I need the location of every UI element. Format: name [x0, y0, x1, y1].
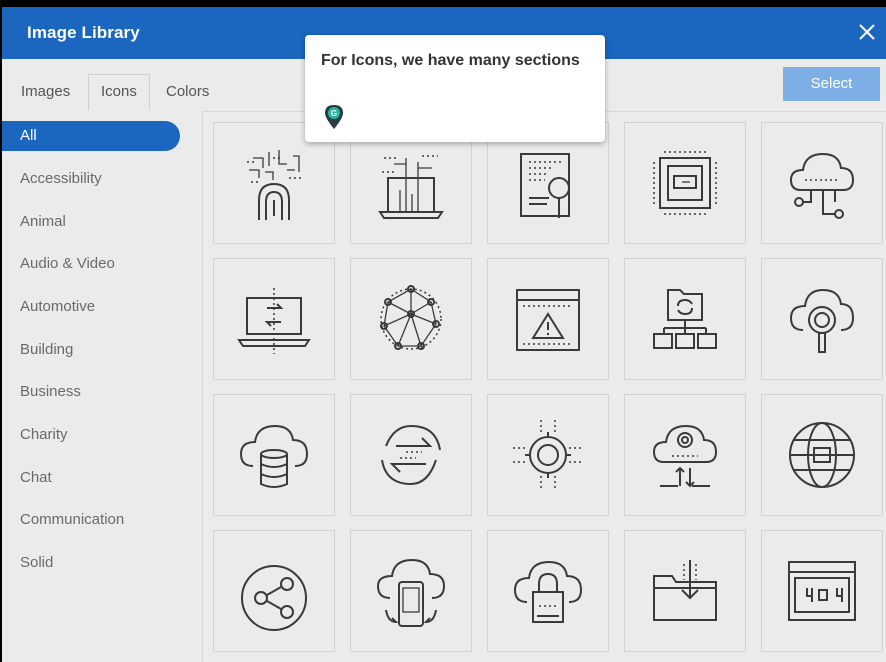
globe-icon: [789, 422, 855, 488]
category-chat[interactable]: Chat: [2, 463, 180, 493]
category-solid[interactable]: Solid: [2, 548, 180, 578]
icon-tile[interactable]: [213, 394, 335, 516]
browser-warning-icon: [516, 289, 580, 351]
laptop-data-icon: [378, 155, 444, 219]
tooltip-text: For Icons, we have many sections: [321, 52, 580, 69]
cloud-search-icon: [789, 288, 855, 353]
screen: Image Library Images Icons Colors Select…: [0, 0, 886, 662]
icon-tile[interactable]: [213, 530, 335, 652]
category-communication[interactable]: Communication: [2, 505, 180, 535]
icon-tile[interactable]: [624, 530, 746, 652]
icon-tile[interactable]: [761, 258, 883, 380]
icon-tile[interactable]: [487, 530, 609, 652]
cloud-mobile-sync-icon: [376, 558, 446, 627]
laptop-sync-icon: [237, 288, 311, 354]
geodesic-network-icon: [380, 285, 442, 350]
icon-tile[interactable]: [624, 258, 746, 380]
category-accessibility[interactable]: Accessibility: [2, 164, 180, 194]
icon-tile[interactable]: [624, 122, 746, 244]
tab-icons[interactable]: Icons: [88, 74, 150, 110]
category-building[interactable]: Building: [2, 335, 180, 365]
cloud-network-icon: [789, 152, 855, 219]
icon-tile[interactable]: [761, 122, 883, 244]
category-all[interactable]: All: [2, 121, 180, 151]
svg-text:G: G: [331, 109, 337, 118]
icon-tile[interactable]: [761, 530, 883, 652]
icon-tile[interactable]: [487, 258, 609, 380]
fingerprint-circuit-icon: [247, 150, 303, 220]
icon-tile[interactable]: [350, 530, 472, 652]
close-icon[interactable]: [854, 19, 880, 45]
share-circle-icon: [241, 565, 307, 631]
icon-tile[interactable]: [350, 394, 472, 516]
select-button[interactable]: Select: [783, 67, 880, 101]
cpu-chip-icon: [653, 151, 717, 215]
document-search-icon: [520, 153, 570, 218]
icon-tile[interactable]: [624, 394, 746, 516]
tour-tooltip: For Icons, we have many sections G: [305, 35, 605, 142]
tab-colors[interactable]: Colors: [166, 74, 209, 110]
category-sidebar: All Accessibility Animal Audio & Video A…: [2, 115, 202, 662]
icon-tile[interactable]: [761, 394, 883, 516]
icon-tile[interactable]: [487, 394, 609, 516]
cloud-database-icon: [239, 424, 309, 488]
dialog-title: Image Library: [27, 23, 140, 42]
image-library-dialog: Image Library Images Icons Colors Select…: [2, 7, 886, 662]
guide-pin-logo-icon: G: [323, 104, 345, 130]
folder-sync-hierarchy-icon: [653, 289, 717, 349]
category-business[interactable]: Business: [2, 377, 180, 407]
folder-download-icon: [653, 560, 717, 621]
gear-circuit-icon: [513, 420, 583, 490]
data-exchange-icon: [381, 424, 441, 486]
tab-images[interactable]: Images: [21, 74, 70, 110]
cloud-settings-transfer-icon: [652, 424, 718, 488]
icon-grid: [202, 111, 886, 662]
icon-tile[interactable]: [350, 258, 472, 380]
category-automotive[interactable]: Automotive: [2, 292, 180, 322]
browser-404-icon: [788, 561, 856, 621]
category-audio-video[interactable]: Audio & Video: [2, 249, 180, 279]
category-charity[interactable]: Charity: [2, 420, 180, 450]
category-animal[interactable]: Animal: [2, 207, 180, 237]
icon-tile[interactable]: [213, 258, 335, 380]
cloud-lock-icon: [513, 560, 583, 623]
